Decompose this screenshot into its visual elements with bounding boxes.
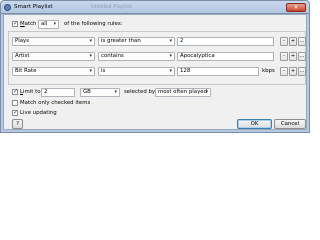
chevron-down-icon: ▾ <box>169 53 172 59</box>
match-mode-value: all <box>41 21 48 27</box>
checkmark-icon: ✓ <box>13 88 19 95</box>
match-only-checked-label: Match only checked items <box>20 100 91 106</box>
chevron-down-icon: ▾ <box>89 38 92 44</box>
close-button[interactable]: ✕ <box>286 3 306 12</box>
match-suffix-label: of the following rules: <box>64 21 123 27</box>
title-bar[interactable]: Smart Playlist Untitled Playlist ✕ <box>0 0 310 14</box>
match-checkbox[interactable]: ✓ <box>12 21 18 27</box>
remove-rule-button[interactable]: - <box>280 52 288 61</box>
live-updating-checkbox[interactable]: ✓ <box>12 110 18 116</box>
checkmark-icon: ✓ <box>13 109 19 116</box>
rule-unit-label: kbps <box>262 68 275 74</box>
cancel-button[interactable]: Cancel <box>274 119 306 129</box>
limit-value-input[interactable]: 2 <box>41 88 75 97</box>
chevron-down-icon: ▾ <box>169 68 172 74</box>
rule-options-button[interactable]: ... <box>298 67 306 76</box>
selected-by-label: selected by <box>124 89 156 95</box>
rule-operator-value: is <box>101 68 106 74</box>
add-rule-button[interactable]: + <box>289 67 297 76</box>
rule-field-value: Plays <box>15 38 30 44</box>
rule-operator-value: contains <box>101 53 124 59</box>
rule-field-select[interactable]: Bit Rate ▾ <box>12 67 95 76</box>
app-icon <box>4 4 11 11</box>
match-mode-select[interactable]: all ▾ <box>38 20 59 29</box>
add-rule-button[interactable]: + <box>289 37 297 46</box>
match-label: Match <box>20 21 37 27</box>
selected-by-value: most often played <box>158 89 207 95</box>
rule-value-input[interactable]: 2 <box>177 37 274 46</box>
match-only-checked-checkbox[interactable] <box>12 100 18 106</box>
chevron-down-icon: ▾ <box>114 89 117 95</box>
ok-button[interactable]: OK <box>237 119 272 129</box>
limit-checkbox[interactable]: ✓ <box>12 89 18 95</box>
chevron-down-icon: ▾ <box>89 53 92 59</box>
chevron-down-icon: ▾ <box>89 68 92 74</box>
limit-unit-select[interactable]: GB ▾ <box>80 88 120 97</box>
limit-label: Limit to <box>20 89 41 95</box>
smart-playlist-window: Smart Playlist Untitled Playlist ✕ ✓ Mat… <box>0 0 310 133</box>
rule-options-button[interactable]: ... <box>298 37 306 46</box>
checkmark-icon: ✓ <box>13 20 19 27</box>
rule-field-value: Bit Rate <box>15 68 37 74</box>
rule-operator-select[interactable]: is greater than ▾ <box>98 37 175 46</box>
dialog-body: ✓ Match all ▾ of the following rules: Pl… <box>3 14 307 130</box>
remove-rule-button[interactable]: - <box>280 67 288 76</box>
rule-field-select[interactable]: Artist ▾ <box>12 52 95 61</box>
limit-unit-value: GB <box>83 89 91 95</box>
background-window-title: Untitled Playlist <box>91 4 132 10</box>
remove-rule-button[interactable]: - <box>280 37 288 46</box>
add-rule-button[interactable]: + <box>289 52 297 61</box>
rule-operator-value: is greater than <box>101 38 141 44</box>
window-title: Smart Playlist <box>14 4 53 10</box>
close-icon: ✕ <box>293 4 299 11</box>
rule-value-input[interactable]: Apocalyptica <box>177 52 274 61</box>
help-button[interactable]: ? <box>12 119 23 129</box>
rule-field-value: Artist <box>15 53 30 59</box>
rule-operator-select[interactable]: contains ▾ <box>98 52 175 61</box>
rule-value-input[interactable]: 128 <box>177 67 259 76</box>
selected-by-select[interactable]: most often played ▾ <box>155 88 211 97</box>
live-updating-label: Live updating <box>20 110 57 116</box>
window-frame: ✓ Match all ▾ of the following rules: Pl… <box>0 14 310 133</box>
chevron-down-icon: ▾ <box>205 89 208 95</box>
rule-field-select[interactable]: Plays ▾ <box>12 37 95 46</box>
rule-options-button[interactable]: ... <box>298 52 306 61</box>
chevron-down-icon: ▾ <box>169 38 172 44</box>
chevron-down-icon: ▾ <box>53 21 56 27</box>
rule-operator-select[interactable]: is ▾ <box>98 67 175 76</box>
